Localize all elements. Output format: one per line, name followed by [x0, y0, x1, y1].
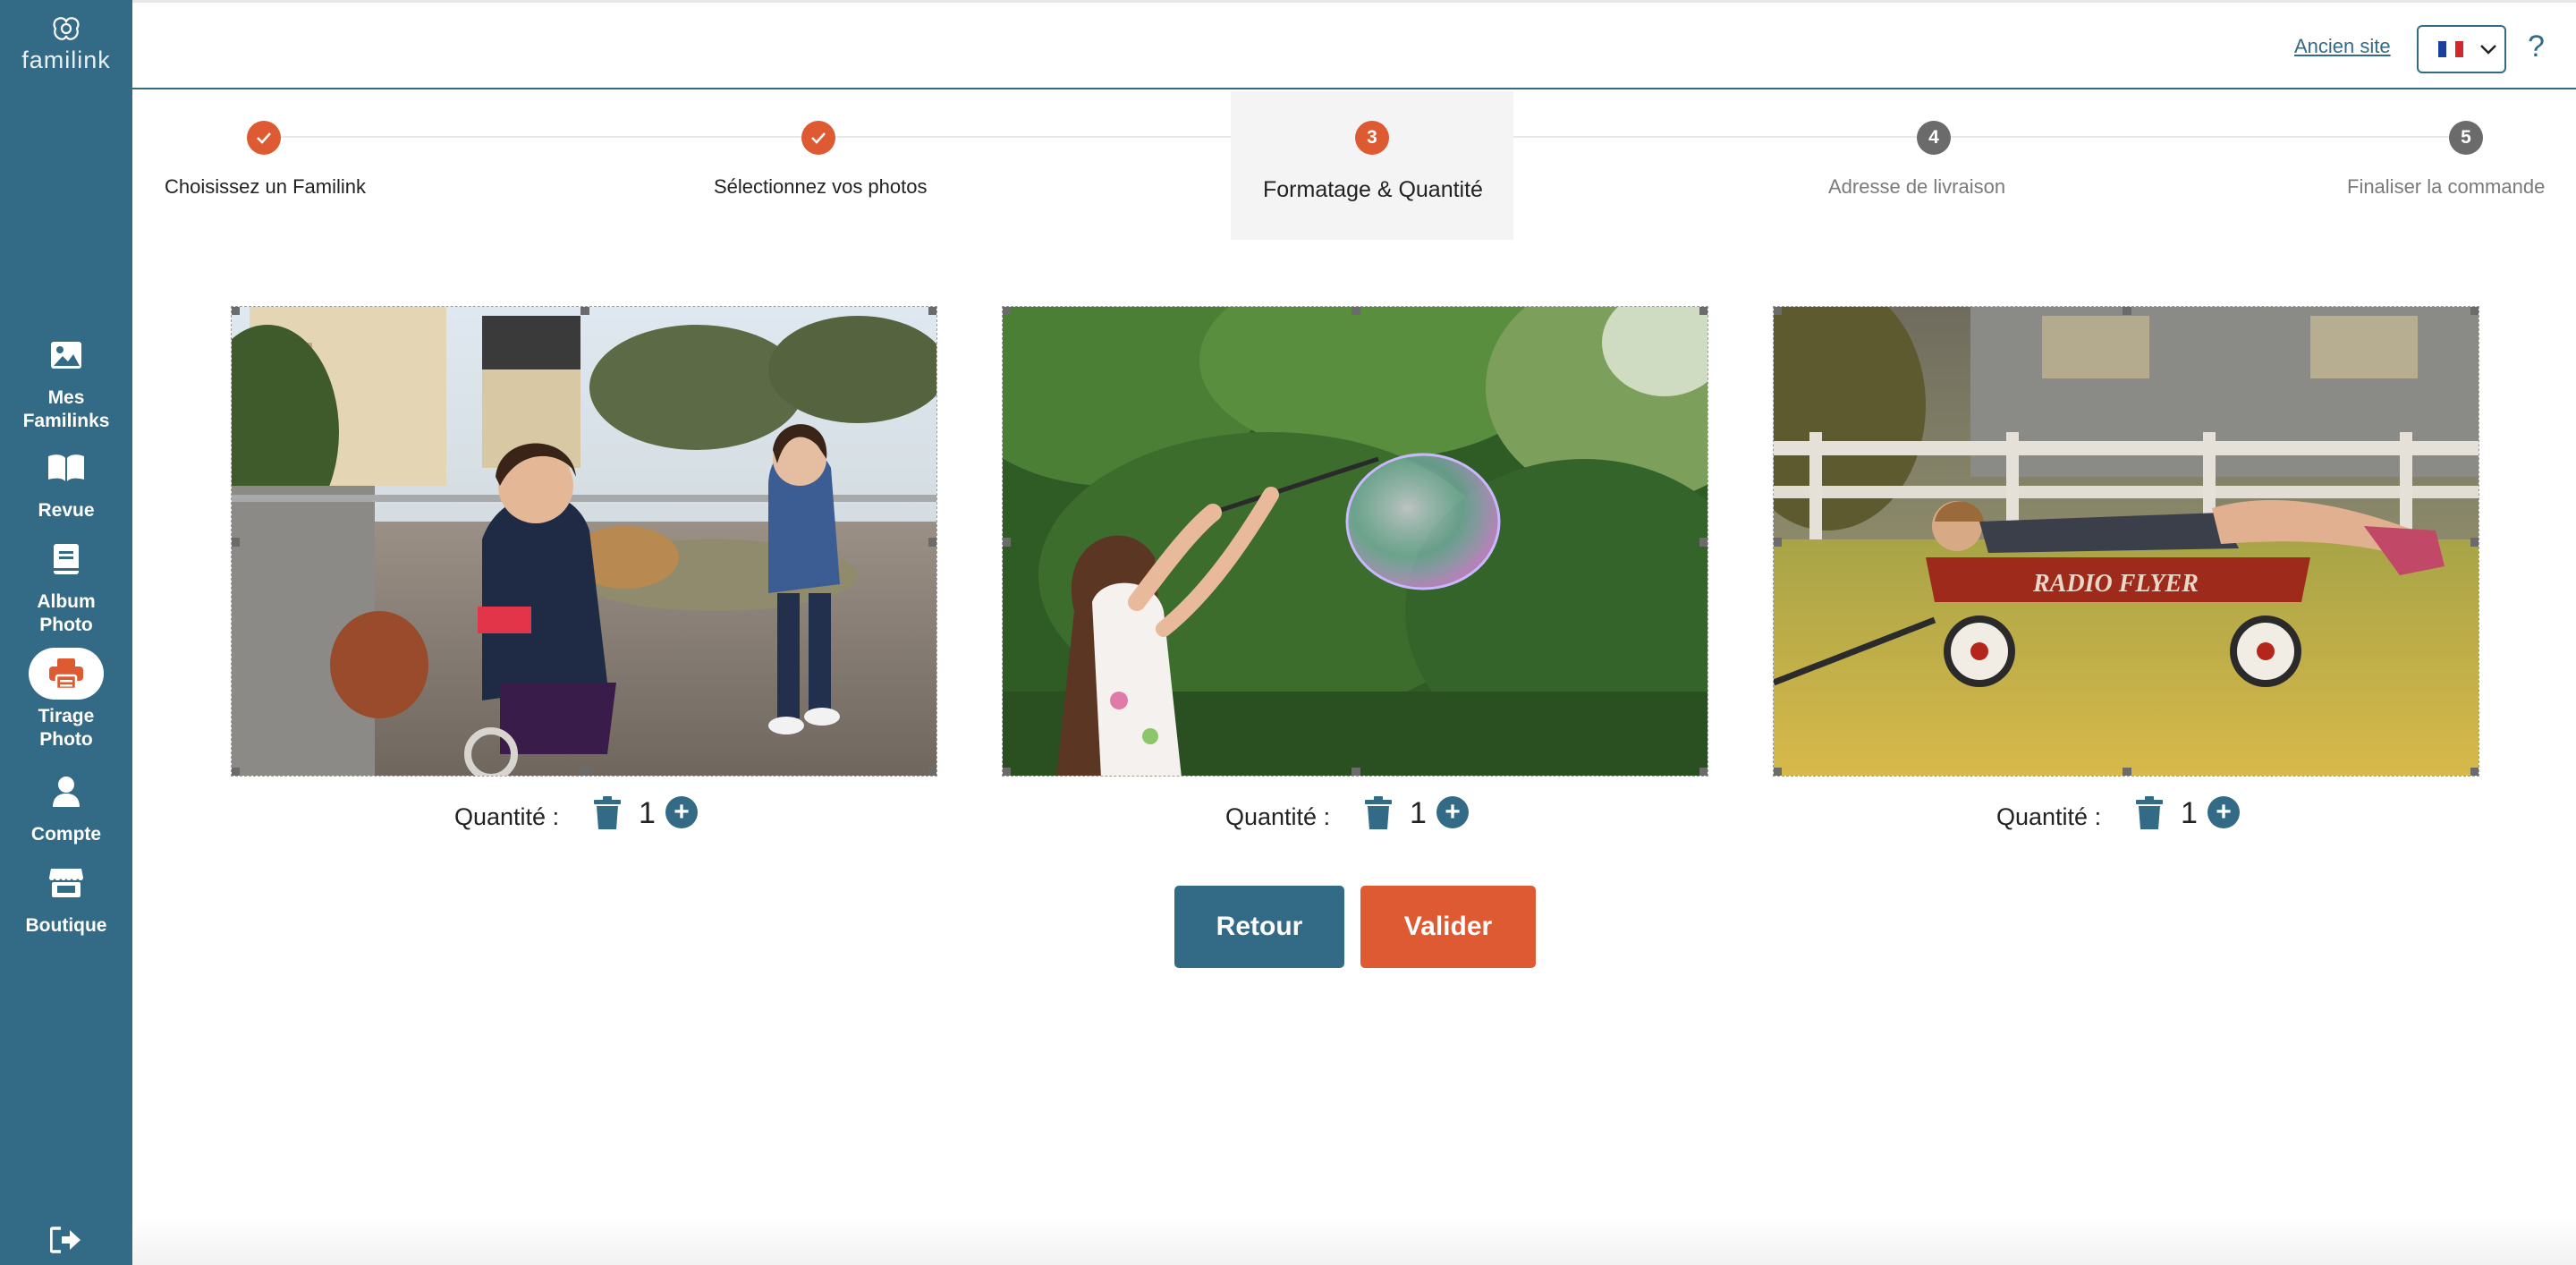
- brand-name: familink: [21, 47, 111, 73]
- step-label: Choisissez un Familink: [165, 175, 366, 198]
- language-select[interactable]: [2417, 25, 2506, 73]
- order-stepper: Choisissez un Familink Sélectionnez vos …: [132, 91, 2576, 242]
- top-header: Ancien site ?: [132, 0, 2576, 89]
- open-book-icon: [29, 442, 104, 494]
- quantity-label: Quantité :: [454, 803, 560, 830]
- sidebar-item-album-photo[interactable]: Album Photo: [0, 533, 132, 637]
- crop-handle[interactable]: [2123, 768, 2131, 776]
- familink-logo-icon: [53, 17, 80, 40]
- sidebar-item-label: Mes Familinks: [22, 387, 110, 431]
- check-icon: [247, 121, 281, 155]
- store-icon: [29, 857, 104, 909]
- help-button[interactable]: ?: [2528, 30, 2545, 64]
- crop-handle[interactable]: [928, 768, 936, 776]
- sidebar-item-boutique[interactable]: Boutique: [0, 857, 132, 938]
- crop-handle[interactable]: [232, 538, 240, 547]
- photo-crop-frame[interactable]: [1002, 306, 1708, 777]
- sidebar-item-label: Boutique: [25, 915, 107, 936]
- photo-girl-bubble: [1003, 307, 1707, 776]
- photo-card: Quantité : 1 +: [231, 306, 937, 839]
- crop-handle[interactable]: [580, 768, 589, 776]
- step-number: 4: [1917, 121, 1951, 155]
- sidebar-item-tirage-photo[interactable]: Tirage Photo: [0, 648, 132, 751]
- step-label: Formatage & Quantité: [1263, 177, 1483, 202]
- photo-child-wagon: RADIO FLYER: [1774, 307, 2479, 776]
- crop-handle[interactable]: [1699, 768, 1707, 776]
- photo-children-tricycle: [232, 307, 936, 776]
- logout-button[interactable]: [45, 1222, 88, 1258]
- crop-handle[interactable]: [1003, 307, 1011, 315]
- plus-icon[interactable]: +: [665, 796, 698, 828]
- photo-card: Quantité : 1 +: [1002, 306, 1708, 839]
- crop-handle[interactable]: [1352, 768, 1360, 776]
- bottom-shade: [132, 1217, 2576, 1265]
- user-icon: [29, 766, 104, 818]
- step-label: Finaliser la commande: [2347, 175, 2546, 198]
- step-number: 5: [2449, 121, 2483, 155]
- validate-button[interactable]: Valider: [1360, 886, 1536, 968]
- quantity-control: Quantité : 1 +: [1773, 777, 2479, 839]
- quantity-control: Quantité : 1 +: [1002, 777, 1708, 839]
- printer-icon: [29, 648, 104, 700]
- quantity-label: Quantité :: [1225, 803, 1331, 830]
- step-number: 3: [1355, 121, 1389, 155]
- crop-handle[interactable]: [1774, 768, 1782, 776]
- sidebar-item-label: Album Photo: [37, 591, 96, 635]
- photo-crop-frame[interactable]: [231, 306, 937, 777]
- crop-handle[interactable]: [2470, 538, 2479, 547]
- crop-handle[interactable]: [1774, 538, 1782, 547]
- sidebar-item-revue[interactable]: Revue: [0, 442, 132, 522]
- plus-icon[interactable]: +: [2207, 796, 2240, 828]
- back-button[interactable]: Retour: [1174, 886, 1344, 968]
- sidebar-item-label: Revue: [38, 500, 95, 521]
- step-finalize-order: 5 Finaliser la commande: [2347, 91, 2562, 240]
- step-delivery-address: 4 Adresse de livraison: [1823, 91, 2055, 240]
- crop-handle[interactable]: [928, 538, 936, 547]
- crop-handle[interactable]: [232, 768, 240, 776]
- image-icon: [29, 329, 104, 381]
- crop-handle[interactable]: [1352, 307, 1360, 315]
- svg-text:RADIO FLYER: RADIO FLYER: [2032, 570, 2199, 598]
- crop-handle[interactable]: [1699, 307, 1707, 315]
- fr-flag-icon: [2438, 41, 2463, 57]
- trash-icon[interactable]: [1363, 796, 1394, 830]
- check-icon: [801, 121, 835, 155]
- step-format-quantity[interactable]: 3 Formatage & Quantité: [1231, 91, 1513, 240]
- plus-icon[interactable]: +: [1436, 796, 1469, 828]
- crop-handle[interactable]: [1003, 768, 1011, 776]
- quantity-control: Quantité : 1 +: [231, 777, 937, 839]
- quantity-label: Quantité :: [1996, 803, 2102, 830]
- crop-handle[interactable]: [2470, 768, 2479, 776]
- crop-handle[interactable]: [928, 307, 936, 315]
- step-choose-familink[interactable]: Choisissez un Familink: [165, 91, 366, 240]
- crop-handle[interactable]: [2470, 307, 2479, 315]
- photo-card: RADIO FLYER Quantité : 1 +: [1773, 306, 2479, 839]
- sidebar: familink Mes Familinks Revue Album Photo: [0, 0, 132, 1265]
- step-select-photos[interactable]: Sélectionnez vos photos: [705, 91, 964, 240]
- old-site-link[interactable]: Ancien site: [2294, 35, 2391, 58]
- crop-handle[interactable]: [232, 307, 240, 315]
- sidebar-item-mes-familinks[interactable]: Mes Familinks: [0, 329, 132, 433]
- sidebar-item-label: Compte: [30, 824, 102, 845]
- quantity-value: 1: [1410, 796, 1427, 830]
- crop-handle[interactable]: [1699, 538, 1707, 547]
- trash-icon[interactable]: [592, 796, 623, 830]
- crop-handle[interactable]: [1774, 307, 1782, 315]
- sidebar-item-compte[interactable]: Compte: [0, 766, 132, 846]
- sidebar-item-label: Tirage Photo: [38, 706, 95, 750]
- photo-crop-frame[interactable]: RADIO FLYER: [1773, 306, 2479, 777]
- step-label: Sélectionnez vos photos: [714, 175, 928, 198]
- quantity-value: 1: [639, 796, 656, 830]
- crop-handle[interactable]: [1003, 538, 1011, 547]
- quantity-value: 1: [2181, 796, 2198, 830]
- album-icon: [29, 533, 104, 585]
- logout-icon: [50, 1227, 80, 1253]
- step-label: Adresse de livraison: [1828, 175, 2006, 198]
- app-root: familink Mes Familinks Revue Album Photo: [0, 0, 2576, 1265]
- trash-icon[interactable]: [2134, 796, 2165, 830]
- chevron-down-icon: [2480, 45, 2496, 55]
- brand-logo[interactable]: familink: [0, 13, 132, 74]
- crop-handle[interactable]: [580, 307, 589, 315]
- crop-handle[interactable]: [2123, 307, 2131, 315]
